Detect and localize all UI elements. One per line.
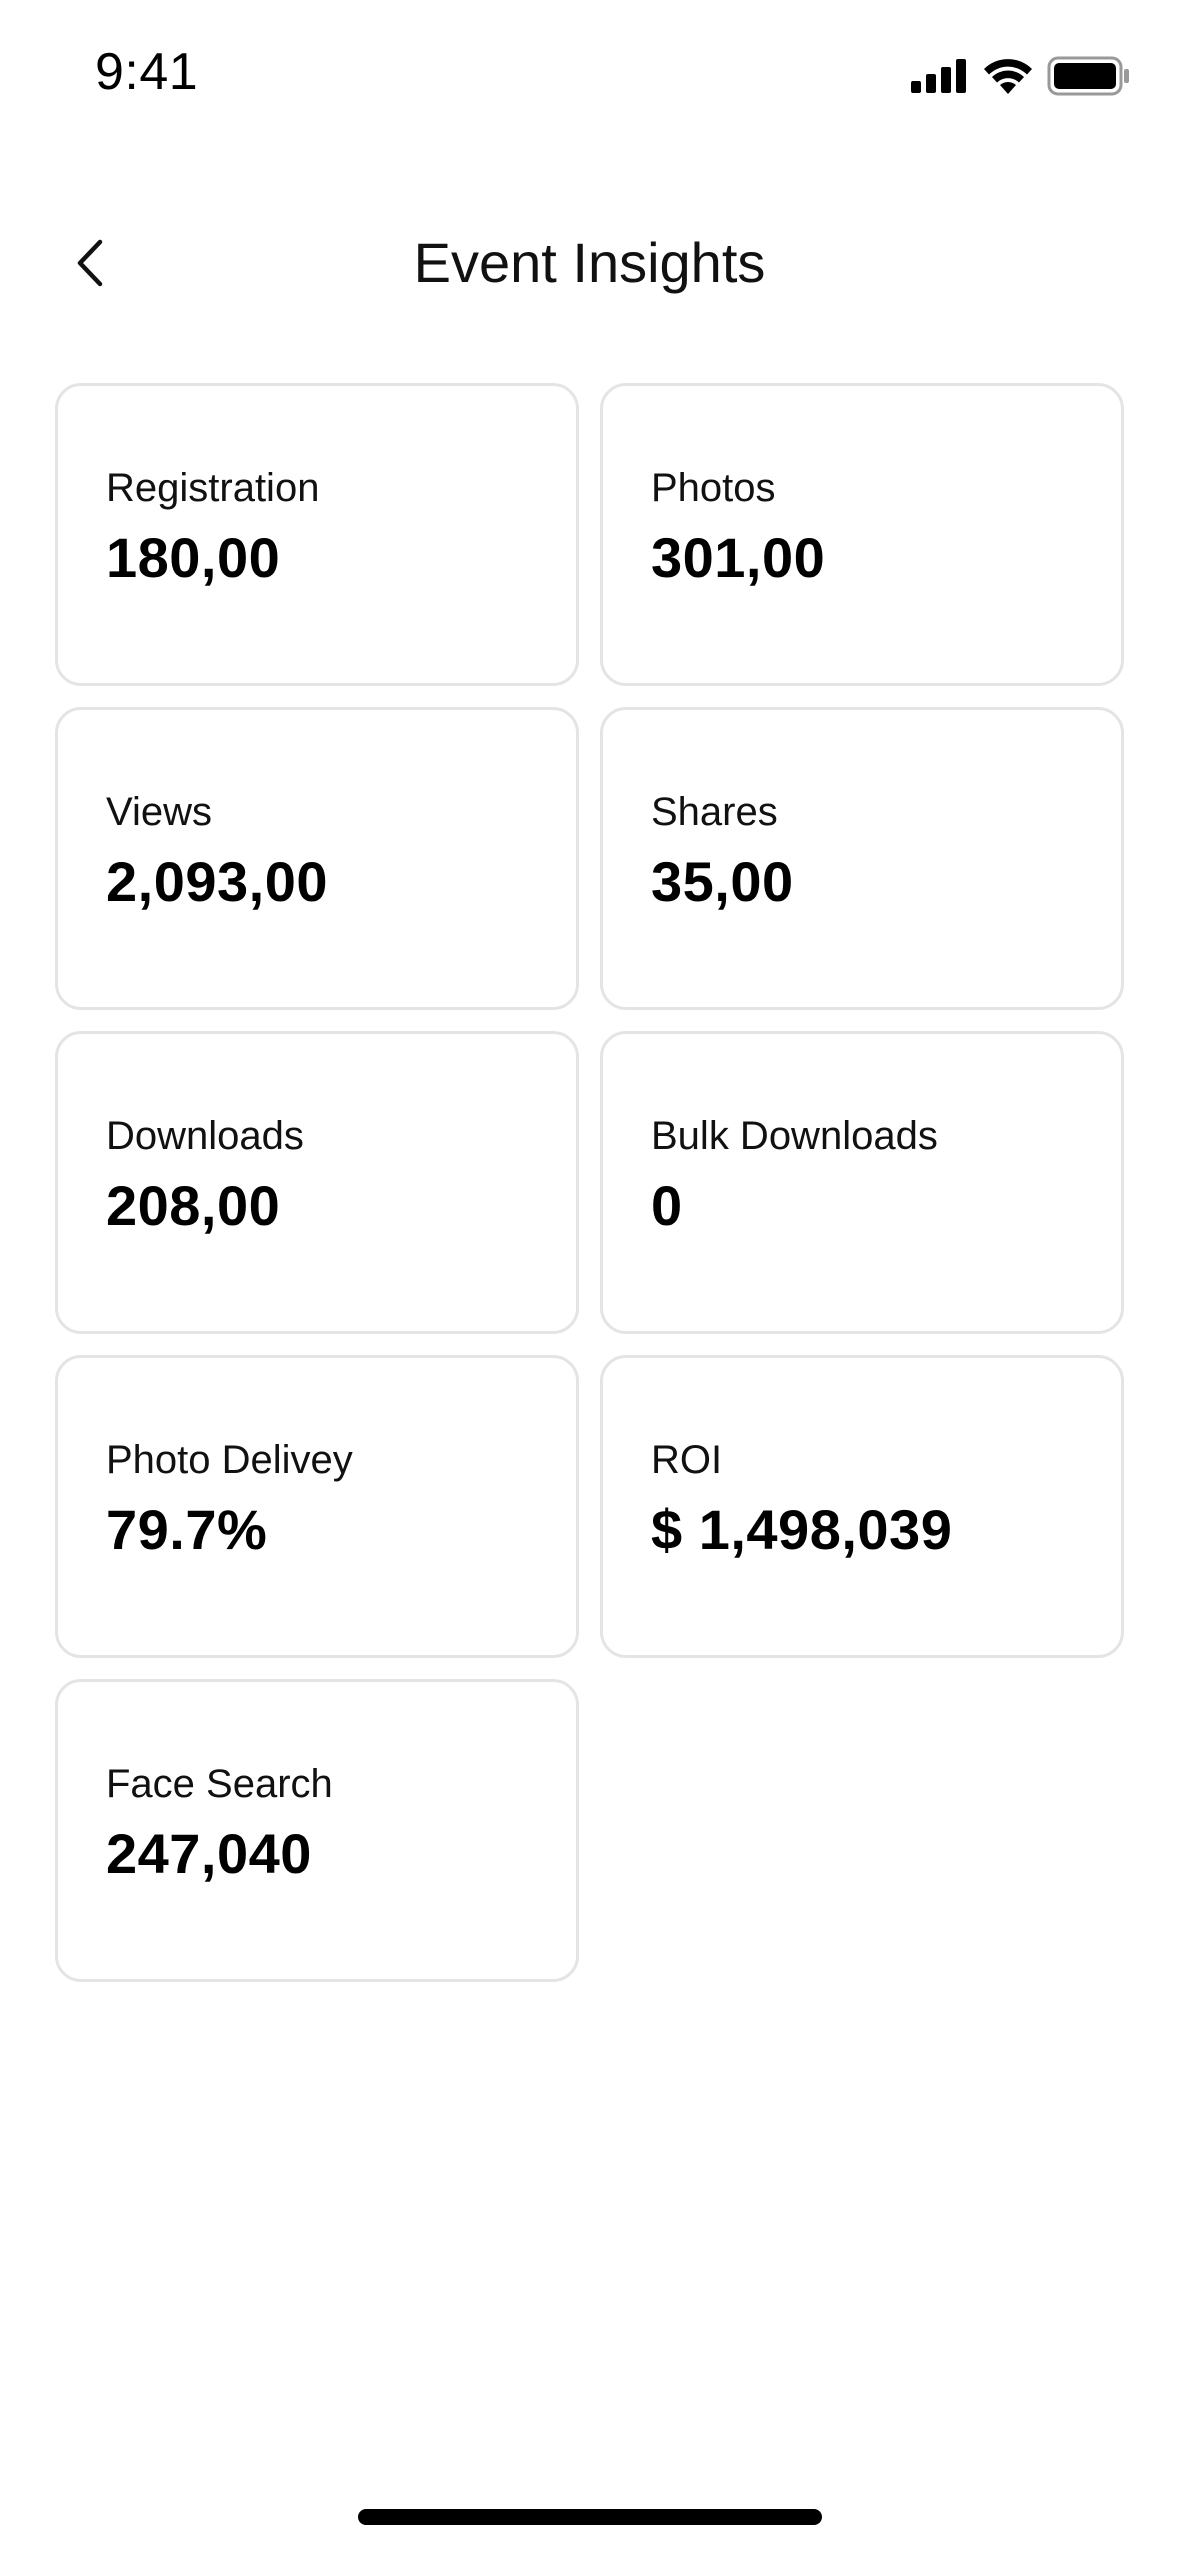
metric-card-roi[interactable]: ROI $ 1,498,039 [600,1355,1124,1658]
metric-value: $ 1,498,039 [651,1498,953,1561]
home-indicator[interactable] [358,2509,822,2525]
header: Event Insights [0,200,1179,330]
metric-value: 301,00 [651,526,826,589]
metric-label: Bulk Downloads [651,1114,938,1158]
status-time: 9:41 [95,43,199,101]
metric-value: 79.7% [106,1498,268,1561]
metric-label: Photo Delivey [106,1438,353,1482]
metric-value: 247,040 [106,1822,312,1885]
metric-card-face-search[interactable]: Face Search 247,040 [55,1679,579,1982]
battery-icon [1047,56,1129,96]
metric-card-views[interactable]: Views 2,093,00 [55,707,579,1010]
wifi-icon [984,59,1032,94]
metric-value: 0 [651,1174,683,1237]
metric-card-shares[interactable]: Shares 35,00 [600,707,1124,1010]
metric-card-photo-delivery[interactable]: Photo Delivey 79.7% [55,1355,579,1658]
metric-label: Photos [651,466,776,510]
status-bar: 9:41 [0,0,1179,150]
metric-label: Registration [106,466,320,510]
metric-label: Downloads [106,1114,304,1158]
metric-value: 208,00 [106,1174,281,1237]
page-title: Event Insights [413,231,766,294]
metric-card-downloads[interactable]: Downloads 208,00 [55,1031,579,1334]
metric-card-photos[interactable]: Photos 301,00 [600,383,1124,686]
metric-label: ROI [651,1438,723,1482]
metric-label: Views [106,790,212,834]
metric-card-bulk-downloads[interactable]: Bulk Downloads 0 [600,1031,1124,1334]
metric-label: Face Search [106,1762,333,1806]
metric-value: 2,093,00 [106,850,328,913]
metric-value: 180,00 [106,526,281,589]
metric-card-registration[interactable]: Registration 180,00 [55,383,579,686]
metric-value: 35,00 [651,850,794,913]
status-icons [911,54,1131,98]
cellular-signal-icon [911,59,966,93]
metrics-grid: Registration 180,00 Photos 301,00 Views … [55,383,1125,1982]
metric-label: Shares [651,790,778,834]
